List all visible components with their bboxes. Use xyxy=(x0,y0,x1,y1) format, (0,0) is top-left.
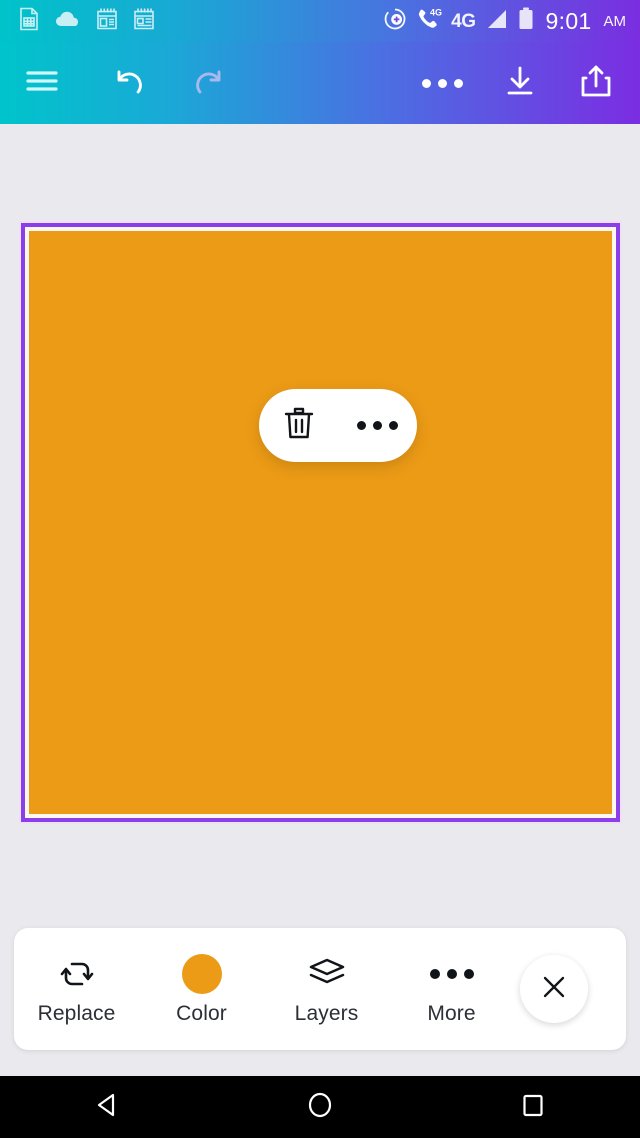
layers-stack-icon xyxy=(306,954,348,994)
shape-more-button[interactable] xyxy=(338,389,417,462)
back-triangle-icon xyxy=(93,1090,121,1125)
bottom-item-label: Replace xyxy=(37,1002,116,1025)
toolbar-more-button[interactable] xyxy=(410,51,474,115)
undo-button[interactable] xyxy=(96,51,160,115)
color-swatch xyxy=(181,954,222,994)
status-bar-right-icons: 4G 4G 9:01 AM xyxy=(383,7,626,36)
selected-shape-wrapper[interactable] xyxy=(19,221,622,824)
bottom-action-bar: Replace Color Layers More xyxy=(14,928,626,1050)
status-bar-clock: 9:01 xyxy=(545,7,592,34)
bottom-item-more[interactable]: More xyxy=(389,928,514,1050)
undo-arrow-icon xyxy=(109,64,147,103)
close-button[interactable] xyxy=(520,955,588,1023)
app-toolbar xyxy=(0,42,640,124)
close-button-slot xyxy=(514,928,626,1050)
spreadsheet-doc-icon xyxy=(18,7,40,36)
status-bar-left-icons xyxy=(18,7,155,36)
battery-icon xyxy=(518,7,534,36)
orange-rectangle-shape[interactable] xyxy=(29,231,612,814)
status-bar-meridiem: AM xyxy=(603,12,627,30)
bottom-item-label: Layers xyxy=(294,1002,359,1025)
calendar-note-alt-icon xyxy=(133,7,155,35)
phone-4g-icon: 4G xyxy=(416,7,442,36)
menu-button[interactable] xyxy=(10,51,74,115)
share-button[interactable] xyxy=(564,51,628,115)
more-dots-icon xyxy=(357,421,398,430)
selection-border xyxy=(21,223,620,822)
nav-home-button[interactable] xyxy=(275,1076,365,1138)
more-dots-icon xyxy=(421,78,463,88)
add-circle-icon xyxy=(383,7,407,36)
redo-arrow-icon xyxy=(191,64,229,103)
bottom-item-replace[interactable]: Replace xyxy=(14,928,139,1050)
nav-recents-button[interactable] xyxy=(488,1076,578,1138)
bottom-item-layers[interactable]: Layers xyxy=(264,928,389,1050)
color-swatch-icon xyxy=(181,954,222,994)
cloud-icon xyxy=(55,10,81,33)
download-button[interactable] xyxy=(488,51,552,115)
svg-text:4G: 4G xyxy=(430,7,442,17)
recents-square-icon xyxy=(519,1090,547,1125)
network-type-label: 4G xyxy=(451,10,476,32)
shape-context-toolbar xyxy=(259,389,417,462)
redo-button[interactable] xyxy=(178,51,242,115)
close-x-icon xyxy=(539,972,569,1007)
replace-swap-icon xyxy=(57,954,97,994)
bottom-item-label: More xyxy=(427,1002,476,1025)
design-canvas[interactable] xyxy=(0,124,640,924)
hamburger-menu-icon xyxy=(24,67,60,100)
status-bar: 4G 4G 9:01 AM xyxy=(0,0,640,42)
bottom-item-color[interactable]: Color xyxy=(139,928,264,1050)
phone-screen: 4G 4G 9:01 AM Replace Color Layers More xyxy=(0,0,640,1138)
share-upload-icon xyxy=(579,63,613,104)
bottom-item-label: Color xyxy=(176,1002,227,1025)
trash-icon xyxy=(282,405,316,446)
android-nav-bar xyxy=(0,1076,640,1138)
calendar-note-icon xyxy=(96,7,118,35)
nav-back-button[interactable] xyxy=(62,1076,152,1138)
download-icon xyxy=(502,63,538,104)
home-circle-icon xyxy=(305,1089,335,1126)
signal-bars-icon xyxy=(485,8,509,35)
more-dots-icon xyxy=(429,954,474,994)
delete-shape-button[interactable] xyxy=(259,389,338,462)
